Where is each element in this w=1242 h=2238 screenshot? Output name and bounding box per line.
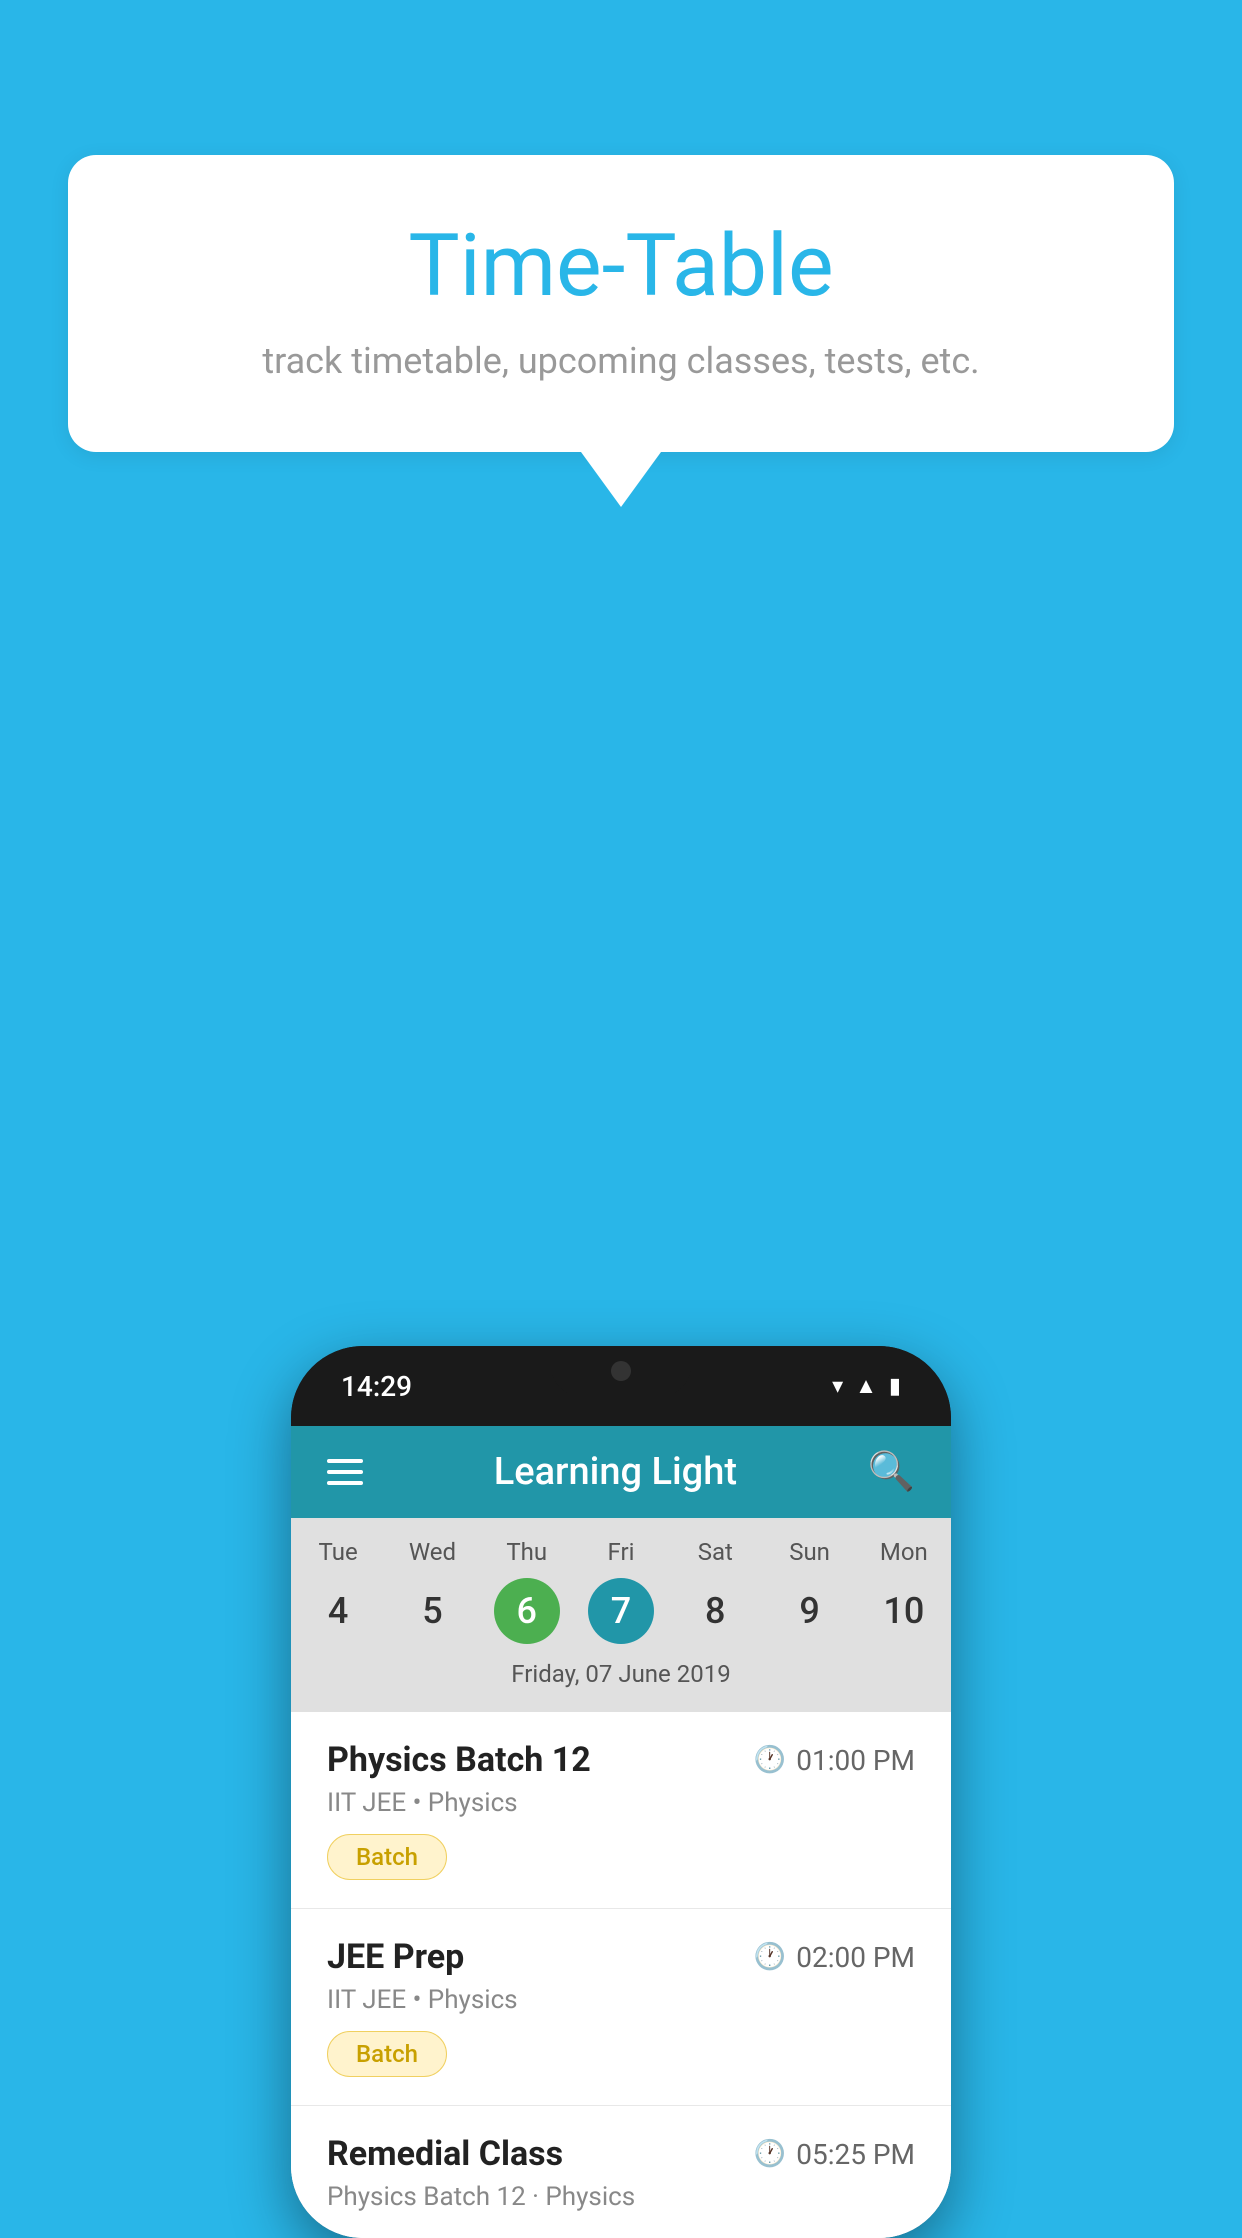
app-header: Learning Light 🔍 [291,1426,951,1518]
schedule-list: Physics Batch 12 🕐 01:00 PM IIT JEE • Ph… [291,1712,951,2238]
date-4[interactable]: 4 [305,1578,371,1644]
selected-date-label: Friday, 07 June 2019 [291,1660,951,1702]
phone-notch [551,1346,691,1396]
status-bar: 14:29 ▾ ▲ ▮ [291,1346,951,1426]
schedule-item-2-header: Remedial Class 🕐 05:25 PM [327,2134,915,2174]
calendar-strip: Tue Wed Thu Fri Sat Sun Mon 4 5 6 7 8 9 … [291,1518,951,1712]
schedule-item-0-header: Physics Batch 12 🕐 01:00 PM [327,1740,915,1780]
clock-icon-0: 🕐 [754,1745,786,1775]
camera-dot [611,1361,631,1381]
phone-screen: Learning Light 🔍 Tue Wed Thu Fri Sat Sun… [291,1426,951,2238]
batch-badge-0: Batch [327,1834,447,1880]
day-label-1: Wed [385,1538,479,1566]
date-8[interactable]: 8 [682,1578,748,1644]
bubble-title: Time-Table [148,215,1094,316]
bubble-arrow [581,452,661,507]
schedule-item-0-title: Physics Batch 12 [327,1740,591,1780]
schedule-item-0-time: 🕐 01:00 PM [754,1744,915,1777]
date-6-today[interactable]: 6 [494,1578,560,1644]
date-9[interactable]: 9 [777,1578,843,1644]
date-7-selected[interactable]: 7 [588,1578,654,1644]
status-icons: ▾ ▲ ▮ [832,1373,901,1399]
day-label-2: Thu [480,1538,574,1566]
day-label-6: Mon [857,1538,951,1566]
days-header: Tue Wed Thu Fri Sat Sun Mon [291,1538,951,1566]
battery-icon: ▮ [889,1374,901,1399]
schedule-item-1-header: JEE Prep 🕐 02:00 PM [327,1937,915,1977]
app-title: Learning Light [494,1450,737,1494]
speech-bubble: Time-Table track timetable, upcoming cla… [68,155,1174,452]
batch-badge-1: Batch [327,2031,447,2077]
status-time: 14:29 [341,1370,412,1403]
schedule-item-1-time: 🕐 02:00 PM [754,1941,915,1974]
clock-icon-2: 🕐 [754,2139,786,2169]
hamburger-line-1 [327,1459,363,1463]
schedule-item-2-title: Remedial Class [327,2134,563,2174]
day-label-3: Fri [574,1538,668,1566]
dates-row: 4 5 6 7 8 9 10 [291,1578,951,1644]
schedule-item-1-title: JEE Prep [327,1937,464,1977]
day-label-5: Sun [762,1538,856,1566]
speech-bubble-section: Time-Table track timetable, upcoming cla… [68,155,1174,507]
bubble-subtitle: track timetable, upcoming classes, tests… [148,340,1094,382]
day-label-0: Tue [291,1538,385,1566]
phone-frame: 14:29 ▾ ▲ ▮ Learning Light 🔍 Tue Wed [291,1346,951,2238]
hamburger-line-3 [327,1481,363,1485]
clock-icon-1: 🕐 [754,1942,786,1972]
schedule-item-2-time: 🕐 05:25 PM [754,2138,915,2171]
schedule-item-0-sub: IIT JEE • Physics [327,1788,915,1818]
day-label-4: Sat [668,1538,762,1566]
search-button[interactable]: 🔍 [868,1450,915,1494]
date-5[interactable]: 5 [399,1578,465,1644]
schedule-item-0[interactable]: Physics Batch 12 🕐 01:00 PM IIT JEE • Ph… [291,1712,951,1909]
schedule-item-1[interactable]: JEE Prep 🕐 02:00 PM IIT JEE • Physics Ba… [291,1909,951,2106]
hamburger-line-2 [327,1470,363,1474]
date-10[interactable]: 10 [871,1578,937,1644]
wifi-icon: ▾ [832,1374,843,1399]
signal-icon: ▲ [855,1373,877,1399]
schedule-item-1-sub: IIT JEE • Physics [327,1985,915,2015]
hamburger-button[interactable] [327,1459,363,1485]
schedule-item-2[interactable]: Remedial Class 🕐 05:25 PM Physics Batch … [291,2106,951,2238]
